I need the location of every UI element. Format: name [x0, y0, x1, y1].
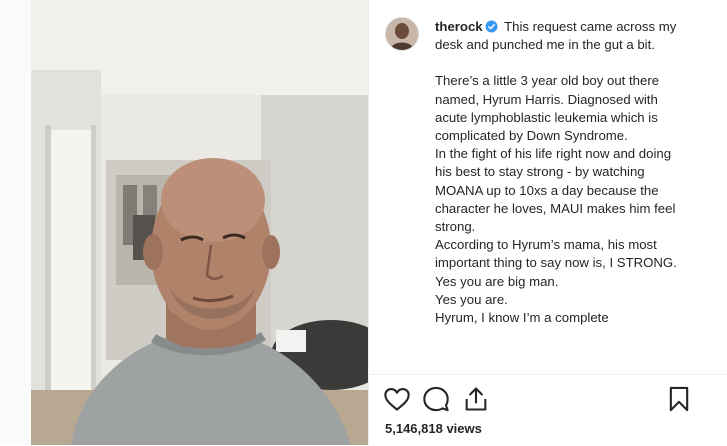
- caption-line: According to Hyrum’s mama, his most impo…: [435, 237, 677, 271]
- post-photo-image: [31, 0, 368, 445]
- verified-badge-icon: [485, 20, 498, 33]
- heart-icon: [384, 388, 410, 411]
- post-caption: therock This request came across my desk…: [435, 18, 685, 368]
- share-button[interactable]: [462, 385, 490, 413]
- caption-line: Yes you are big man.: [435, 273, 559, 289]
- post-photo[interactable]: [31, 0, 368, 445]
- comment-icon: [423, 386, 449, 412]
- caption-line: In the fight of his life right now and d…: [435, 146, 676, 235]
- like-button[interactable]: [383, 385, 411, 413]
- view-count[interactable]: 5,146,818 views: [385, 421, 482, 436]
- post-actions-bar: 5,146,818 views: [369, 374, 727, 446]
- avatar[interactable]: [385, 17, 419, 51]
- avatar-image: [386, 18, 418, 50]
- caption-line: Hyrum, I know I’m a complete: [435, 310, 609, 326]
- caption-line: Yes you are.: [435, 291, 508, 307]
- save-button[interactable]: [665, 385, 693, 413]
- post-detail-panel: therock This request came across my desk…: [368, 0, 727, 446]
- comment-button[interactable]: [422, 385, 450, 413]
- share-icon: [465, 387, 487, 411]
- caption-line: There’s a little 3 year old boy out ther…: [435, 73, 660, 144]
- page-gutter: [0, 0, 31, 445]
- bookmark-icon: [669, 386, 689, 412]
- username-link[interactable]: therock: [435, 19, 483, 34]
